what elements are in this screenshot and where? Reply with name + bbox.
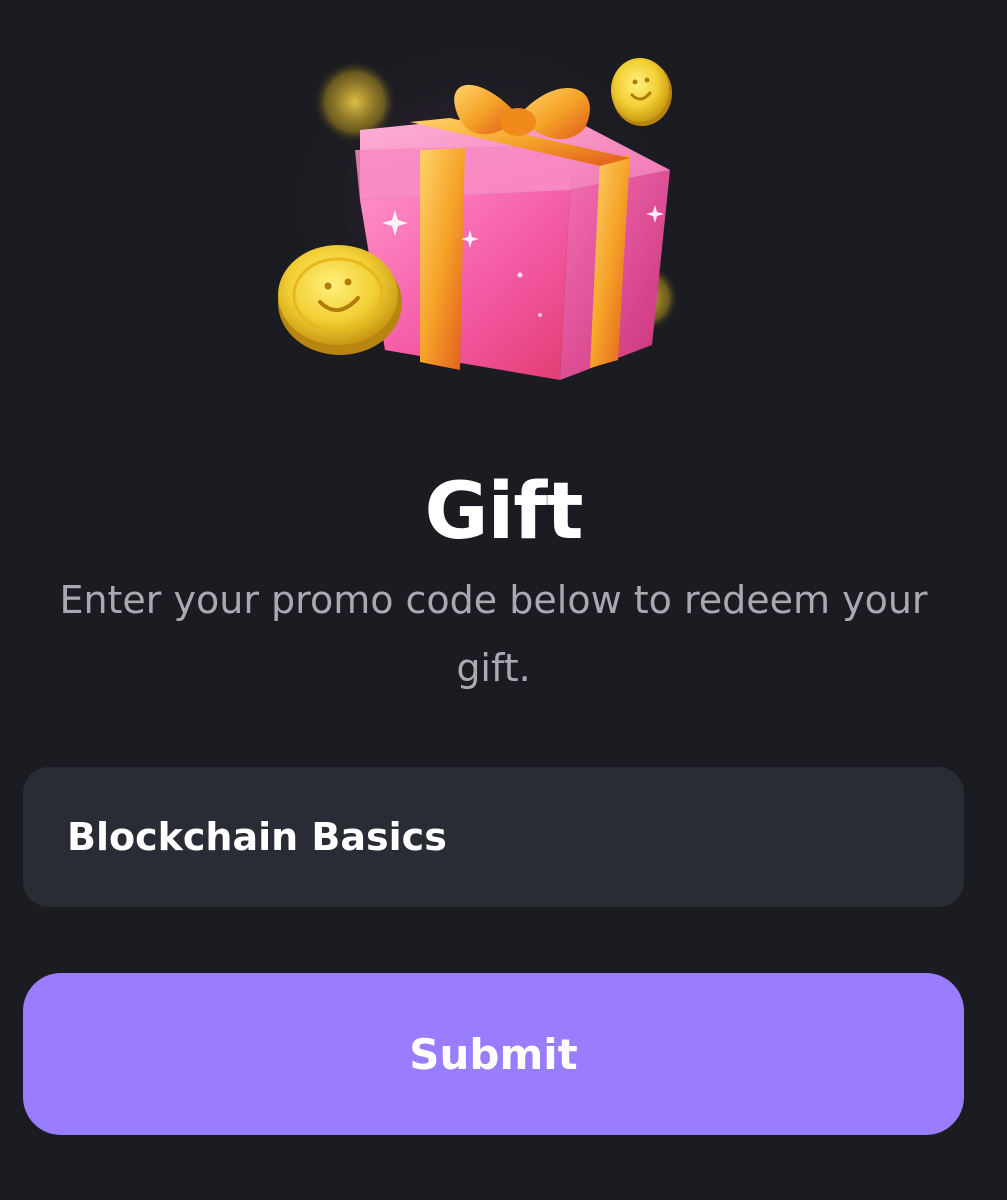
bow-knot [500,108,536,136]
submit-button[interactable]: Submit [23,973,964,1135]
promo-code-input[interactable] [23,767,964,907]
page-title: Gift [424,467,584,557]
gift-illustration-graphic [278,50,680,390]
gift-screen: Gift Enter your promo code below to rede… [0,0,1007,1200]
page-subtitle: Enter your promo code below to redeem yo… [59,578,928,690]
gift-box-with-coins-icon [260,40,700,400]
ribbon-front-vertical [420,148,465,370]
